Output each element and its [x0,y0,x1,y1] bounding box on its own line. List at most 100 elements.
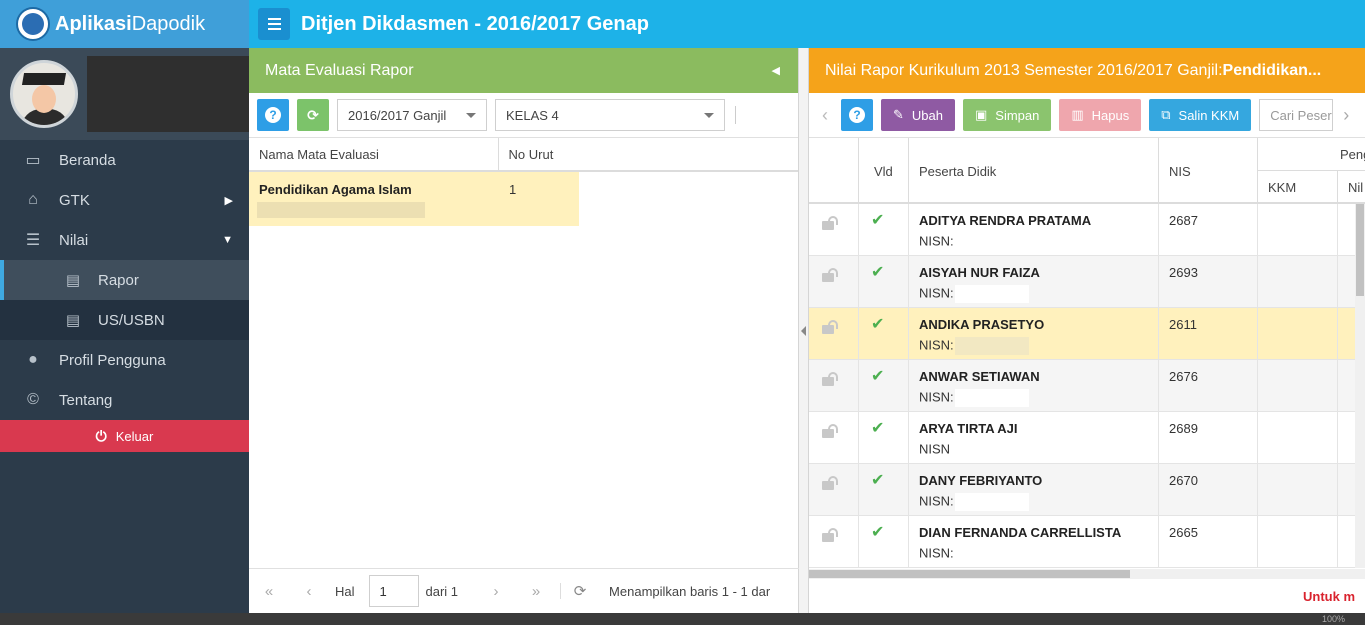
simpan-button[interactable]: ▣ Simpan [962,99,1052,131]
sidebar-nav: ▭ Beranda ⌂ GTK ▶ ☰ Nilai ▼ ▤ Rapor ▤ US… [0,140,249,420]
app-brand[interactable]: Aplikasi Dapodik [0,0,249,48]
column-header-nilai[interactable]: Nil [1338,171,1365,204]
column-header-peserta[interactable]: Peserta Didik [909,138,1159,204]
collapse-left-icon[interactable]: ◀ [772,64,780,77]
redacted-field [954,337,1029,355]
first-page-icon[interactable]: « [249,583,289,600]
sidebar-item-nilai[interactable]: ☰ Nilai ▼ [0,220,249,260]
kkm-cell[interactable] [1258,360,1338,412]
lock-cell[interactable] [809,464,859,516]
help-button[interactable]: ? [257,99,289,131]
check-icon: ✔ [871,264,885,281]
scroll-left-icon[interactable]: ‹ [809,105,841,126]
sidebar-item-beranda[interactable]: ▭ Beranda [0,140,249,180]
ubah-label: Ubah [911,107,943,123]
hapus-button[interactable]: ▥ Hapus [1059,99,1142,131]
unlock-icon[interactable] [822,424,840,438]
column-header-nis[interactable]: NIS [1159,138,1258,204]
student-nis: 2670 [1169,473,1198,488]
nisn-label: NISN: [919,233,954,249]
sidebar-item-tentang[interactable]: © Tentang [0,380,249,420]
search-input[interactable]: Cari Peser [1259,99,1334,131]
kkm-cell[interactable] [1258,204,1338,256]
lock-cell[interactable] [809,204,859,256]
class-select[interactable]: KELAS 4 [495,99,725,131]
horizontal-scrollbar[interactable] [809,569,1365,579]
table-row[interactable]: ✔ ANWAR SETIAWAN NISN: 2676 [809,360,1365,412]
logout-button[interactable]: ⏻ Keluar [0,420,249,452]
vld-cell: ✔ [859,308,909,360]
salin-kkm-button[interactable]: ⧉ Salin KKM [1149,99,1252,131]
refresh-icon[interactable]: ⟳ [565,582,595,600]
next-page-icon[interactable]: › [476,583,516,600]
table-row[interactable]: ✔ ADITYA RENDRA PRATAMA NISN: 2687 [809,204,1365,256]
lock-cell[interactable] [809,256,859,308]
splitter-arrow-icon[interactable] [801,326,806,336]
unlock-icon[interactable] [822,268,840,282]
list-icon: ☰ [25,232,41,249]
column-header-no-urut[interactable]: No Urut [499,138,798,170]
student-name: DIAN FERNANDA CARRELLISTA [919,525,1122,540]
panel-header: Nilai Rapor Kurikulum 2013 Semester 2016… [809,48,1365,93]
sidebar-item-label: Profil Pengguna [59,351,166,369]
panel-splitter[interactable] [799,48,809,613]
vld-cell: ✔ [859,256,909,308]
semester-select-value: 2016/2017 Ganjil [348,107,447,123]
table-row[interactable]: ✔ DANY FEBRIYANTO NISN: 2670 [809,464,1365,516]
vertical-scrollbar[interactable] [1355,204,1365,568]
table-row[interactable]: ✔ ARYA TIRTA AJI NISN 2689 [809,412,1365,464]
lock-cell[interactable] [809,412,859,464]
caret-right-icon: ▶ [224,194,233,207]
unlock-icon[interactable] [822,320,840,334]
check-icon: ✔ [871,368,885,385]
last-page-icon[interactable]: » [516,583,556,600]
kkm-cell[interactable] [1258,464,1338,516]
redacted-field [954,233,1029,251]
toolbar-divider [735,106,736,124]
avatar[interactable] [10,60,78,128]
help-button[interactable]: ? [841,99,873,131]
menu-toggle-button[interactable] [258,8,290,40]
column-header-nama[interactable]: Nama Mata Evaluasi [249,138,499,170]
column-header-kkm[interactable]: KKM [1258,171,1338,204]
redacted-field [257,202,425,218]
column-header-vld[interactable]: Vld [859,138,909,204]
unlock-icon[interactable] [822,372,840,386]
table-row[interactable]: ✔ ANDIKA PRASETYO NISN: 2611 [809,308,1365,360]
lock-cell[interactable] [809,360,859,412]
kkm-cell[interactable] [1258,308,1338,360]
lock-cell[interactable] [809,516,859,568]
prev-page-icon[interactable]: ‹ [289,583,329,600]
table-row[interactable]: ✔ AISYAH NUR FAIZA NISN: 2693 [809,256,1365,308]
redacted-field [954,545,1029,563]
unlock-icon[interactable] [822,476,840,490]
ubah-button[interactable]: ✎ Ubah [881,99,955,131]
sidebar-item-gtk[interactable]: ⌂ GTK ▶ [0,180,249,220]
unlock-icon[interactable] [822,528,840,542]
kkm-cell[interactable] [1258,256,1338,308]
student-nisn: NISN: [919,545,1029,563]
brand-bold-text: Aplikasi [55,12,132,35]
caret-down-icon: ▼ [222,234,233,246]
refresh-button[interactable]: ⟳ [297,99,329,131]
lock-cell[interactable] [809,308,859,360]
vld-cell: ✔ [859,516,909,568]
kkm-cell[interactable] [1258,516,1338,568]
student-name: AISYAH NUR FAIZA [919,265,1040,280]
student-nis: 2689 [1169,421,1198,436]
semester-select[interactable]: 2016/2017 Ganjil [337,99,487,131]
sidebar-item-profil-pengguna[interactable]: ● Profil Pengguna [0,340,249,380]
kkm-cell[interactable] [1258,412,1338,464]
zoom-level: 100% [1321,614,1345,624]
copy-icon: ⧉ [1161,107,1171,122]
scroll-right-icon[interactable]: › [1333,105,1359,126]
sidebar-subitem-rapor[interactable]: ▤ Rapor [0,260,249,300]
sidebar-subitem-us-usbn[interactable]: ▤ US/USBN [0,300,249,340]
page-input[interactable]: 1 [368,575,419,607]
monitor-icon: ▭ [25,152,41,169]
table-row[interactable]: Pendidikan Agama Islam 1 [249,172,579,226]
student-nis: 2693 [1169,265,1198,280]
class-select-value: KELAS 4 [506,107,559,123]
table-row[interactable]: ✔ DIAN FERNANDA CARRELLISTA NISN: 2665 [809,516,1365,568]
unlock-icon[interactable] [822,216,840,230]
